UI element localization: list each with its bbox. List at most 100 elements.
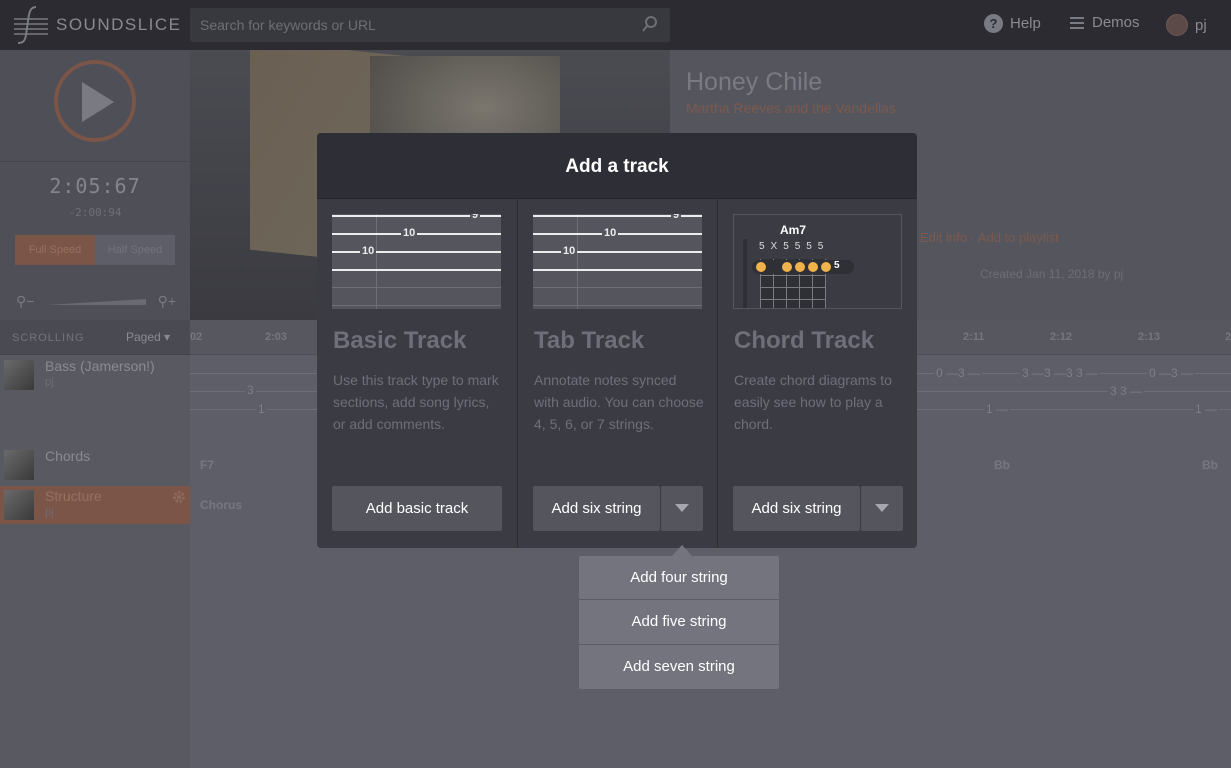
- basic-track-title: Basic Track: [333, 327, 467, 354]
- preview-barline: [577, 214, 578, 309]
- zoom-in-icon[interactable]: ⚲+: [158, 293, 176, 310]
- tab-note: 3 —3 —3 3 —: [1020, 366, 1101, 380]
- full-speed-button[interactable]: Full Speed: [15, 235, 95, 265]
- tab-track-preview: 9 10 10: [533, 214, 702, 309]
- chord-fret: [760, 275, 826, 276]
- string-options-dropdown: Add four string Add five string Add seve…: [579, 556, 779, 689]
- chord-dot: [808, 262, 818, 272]
- song-title: Honey Chile: [686, 68, 823, 96]
- preview-string: [332, 269, 501, 271]
- tab-note: 3 3 —: [1108, 384, 1145, 398]
- preview-string: [332, 251, 501, 253]
- play-area: [0, 50, 190, 162]
- track-name: Chords: [45, 448, 91, 464]
- logo[interactable]: SOUNDSLICE: [12, 5, 182, 45]
- chord-track-desc: Create chord diagrams to easily see how …: [734, 372, 892, 432]
- chord-fret-list: 5 X 5 5 5 5: [756, 241, 828, 253]
- tab-note: 0 —3 —: [934, 366, 983, 380]
- preview-note: 10: [561, 245, 578, 257]
- user-menu[interactable]: pj: [1166, 14, 1207, 36]
- tab-note: 1 —: [984, 402, 1011, 416]
- chord-label: Bb: [1202, 458, 1218, 472]
- chord-fret-number: 5: [834, 260, 840, 271]
- play-button[interactable]: [54, 60, 136, 142]
- preview-string: [332, 305, 501, 306]
- search-input[interactable]: Search for keywords or URL: [190, 8, 670, 42]
- time-tick: 2:03: [265, 331, 288, 343]
- half-speed-button[interactable]: Half Speed: [95, 235, 175, 265]
- tab-track-option: 9 10 10 Tab Track Annotate notes synced …: [517, 199, 717, 548]
- add-track-modal: Add a track 9 10 10 Basic Track Use this…: [317, 133, 917, 548]
- track-row-chords[interactable]: Chords: [0, 446, 190, 484]
- chord-dot: [821, 262, 831, 272]
- chevron-down-icon: [675, 504, 689, 513]
- preview-string: [533, 251, 702, 253]
- chord-dot: [756, 262, 766, 272]
- track-thumbnail: [4, 450, 34, 480]
- dropdown-pointer: [672, 545, 692, 556]
- chord-track-options-toggle[interactable]: [861, 486, 903, 531]
- brand-name: SOUNDSLICE: [56, 15, 182, 34]
- menu-icon: [1070, 16, 1084, 29]
- tab-track-title: Tab Track: [534, 327, 645, 354]
- track-thumbnail: [4, 490, 34, 520]
- help-link[interactable]: ? Help: [984, 14, 1041, 33]
- track-owner: pj: [45, 506, 54, 518]
- chord-dot: [795, 262, 805, 272]
- chord-dot: [782, 262, 792, 272]
- preview-string: [332, 287, 501, 288]
- preview-note: 10: [401, 227, 418, 239]
- modal-header: Add a track: [317, 133, 917, 199]
- add-five-string-option[interactable]: Add five string: [579, 600, 779, 644]
- time-tick: 2:11: [963, 331, 985, 343]
- scrolling-label: SCROLLING: [12, 332, 85, 344]
- preview-note: 10: [360, 245, 377, 257]
- chord-frame-edge: [743, 239, 747, 308]
- basic-track-desc: Use this track type to mark sections, ad…: [333, 372, 499, 432]
- basic-track-option: 9 10 10 Basic Track Use this track type …: [317, 199, 517, 548]
- song-artist[interactable]: Martha Reeves and the Vandellas: [686, 100, 896, 116]
- search-icon[interactable]: [642, 16, 658, 32]
- preview-string: [533, 287, 702, 288]
- help-label: Help: [1010, 15, 1041, 32]
- add-basic-track-button[interactable]: Add basic track: [332, 486, 502, 531]
- tab-track-options-toggle[interactable]: [661, 486, 703, 531]
- gear-icon[interactable]: [172, 490, 186, 504]
- demos-menu[interactable]: Demos: [1070, 14, 1140, 31]
- add-four-string-option[interactable]: Add four string: [579, 556, 779, 600]
- track-row-bass[interactable]: Bass (Jamerson!) pj: [0, 356, 190, 394]
- tab-note: 1: [256, 402, 267, 416]
- tab-note: 3: [245, 383, 256, 397]
- add-seven-string-option[interactable]: Add seven string: [579, 645, 779, 689]
- tab-track-desc: Annotate notes synced with audio. You ca…: [534, 372, 704, 432]
- time-tick: 02: [190, 331, 203, 343]
- top-bar: SOUNDSLICE Search for keywords or URL ? …: [0, 0, 1231, 50]
- track-owner: pj: [45, 376, 54, 388]
- chord-track-option: Am7 5 X 5 5 5 5 5 Chord Track Create cho…: [717, 199, 917, 548]
- search-placeholder: Search for keywords or URL: [200, 17, 376, 33]
- add-six-string-button[interactable]: Add six string: [533, 486, 660, 531]
- track-name: Structure: [45, 488, 102, 504]
- structure-label: Chorus: [200, 498, 242, 512]
- help-icon: ?: [984, 14, 1003, 33]
- zoom-slider[interactable]: [46, 299, 146, 305]
- user-label: pj: [1195, 16, 1207, 34]
- chord-track-preview: Am7 5 X 5 5 5 5 5: [733, 214, 902, 309]
- track-row-structure[interactable]: Structure pj: [0, 486, 190, 524]
- zoom-out-icon[interactable]: ⚲−: [16, 293, 34, 310]
- demos-label: Demos: [1092, 14, 1140, 31]
- chord-track-title: Chord Track: [734, 327, 875, 354]
- preview-note: 10: [602, 227, 619, 239]
- chord-label: F7: [200, 458, 215, 472]
- preview-string: [533, 305, 702, 306]
- add-chord-six-string-button[interactable]: Add six string: [733, 486, 860, 531]
- current-time: 2:05:67: [49, 174, 141, 198]
- modal-title: Add a track: [565, 156, 669, 177]
- edit-info-links[interactable]: Edit info · Add to playlist: [920, 230, 1059, 245]
- chord-fret: [760, 299, 826, 300]
- player-panel: 2:05:67 -2:00:94 Full Speed Half Speed ⚲…: [0, 50, 190, 320]
- chord-name: Am7: [780, 223, 807, 237]
- paged-select[interactable]: Paged ▾: [126, 330, 170, 344]
- time-tick: 2:13: [1138, 331, 1161, 343]
- tab-note: 1 —: [1193, 402, 1220, 416]
